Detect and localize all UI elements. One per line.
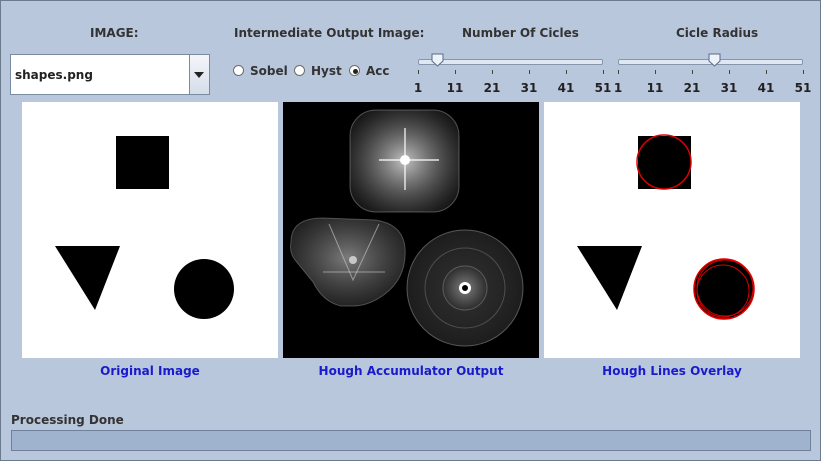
intermediate-output-label: Intermediate Output Image: [234,26,425,40]
slider-tick-label: 31 [720,81,738,95]
slider-tick-mark [418,70,419,74]
radio-hyst-circle [294,65,305,76]
slider-tick-mark [603,70,604,74]
slider-tick-label: 21 [683,81,701,95]
radio-acc-label: Acc [366,64,390,78]
radio-selected-dot [353,69,358,74]
square-accumulator-blob [349,109,460,213]
slider-tick-mark [618,70,619,74]
radio-sobel-circle [233,65,244,76]
status-text: Processing Done [11,413,124,427]
hough-lines-overlay-panel [544,102,800,358]
image-select[interactable]: shapes.png [10,54,210,95]
square-shape [116,136,169,189]
progress-bar [11,430,811,451]
slider-tick-label: 21 [483,81,501,95]
radio-hyst-label: Hyst [311,64,342,78]
circle-radius-label: Cicle Radius [676,26,759,40]
slider-tick-mark [692,70,693,74]
radio-sobel-label: Sobel [250,64,288,78]
slider-tick-label: 41 [557,81,575,95]
circle-shape [174,259,234,319]
slider-tick-mark [492,70,493,74]
hough-accumulator-panel [283,102,539,358]
slider-tick-mark [655,70,656,74]
hough-accumulator-caption: Hough Accumulator Output [318,364,504,378]
slider-tick-mark [566,70,567,74]
slider-tick-label: 41 [757,81,775,95]
slider-thumb[interactable] [708,53,721,67]
main-window: IMAGE: Intermediate Output Image: Number… [0,0,821,461]
circle-accumulator-blob [406,229,524,347]
slider-tick-label: 11 [646,81,664,95]
slider-tick-mark [729,70,730,74]
slider-thumb[interactable] [431,53,444,67]
slider-tick-label: 51 [594,81,612,95]
image-label: IMAGE: [90,26,139,40]
radio-acc-circle [349,65,360,76]
number-of-circles-label: Number Of Cicles [462,26,579,40]
slider-tick-label: 11 [446,81,464,95]
original-image-caption: Original Image [100,364,200,378]
image-select-value: shapes.png [15,68,93,82]
slider-tick-label: 1 [413,81,423,95]
hough-overlay-caption: Hough Lines Overlay [602,364,742,378]
slider-tick-label: 31 [520,81,538,95]
slider-track[interactable] [418,59,603,65]
circle-radius-slider[interactable]: 1 11 21 31 41 51 [614,53,811,98]
slider-tick-label: 51 [794,81,812,95]
slider-tick-label: 1 [613,81,623,95]
slider-tick-mark [766,70,767,74]
image-select-dropdown-button[interactable] [189,55,209,94]
original-image-panel [22,102,278,358]
chevron-down-icon [194,72,204,78]
slider-tick-mark [455,70,456,74]
number-of-circles-slider[interactable]: 1 11 21 31 41 51 [414,53,611,98]
slider-tick-mark [803,70,804,74]
slider-tick-mark [529,70,530,74]
